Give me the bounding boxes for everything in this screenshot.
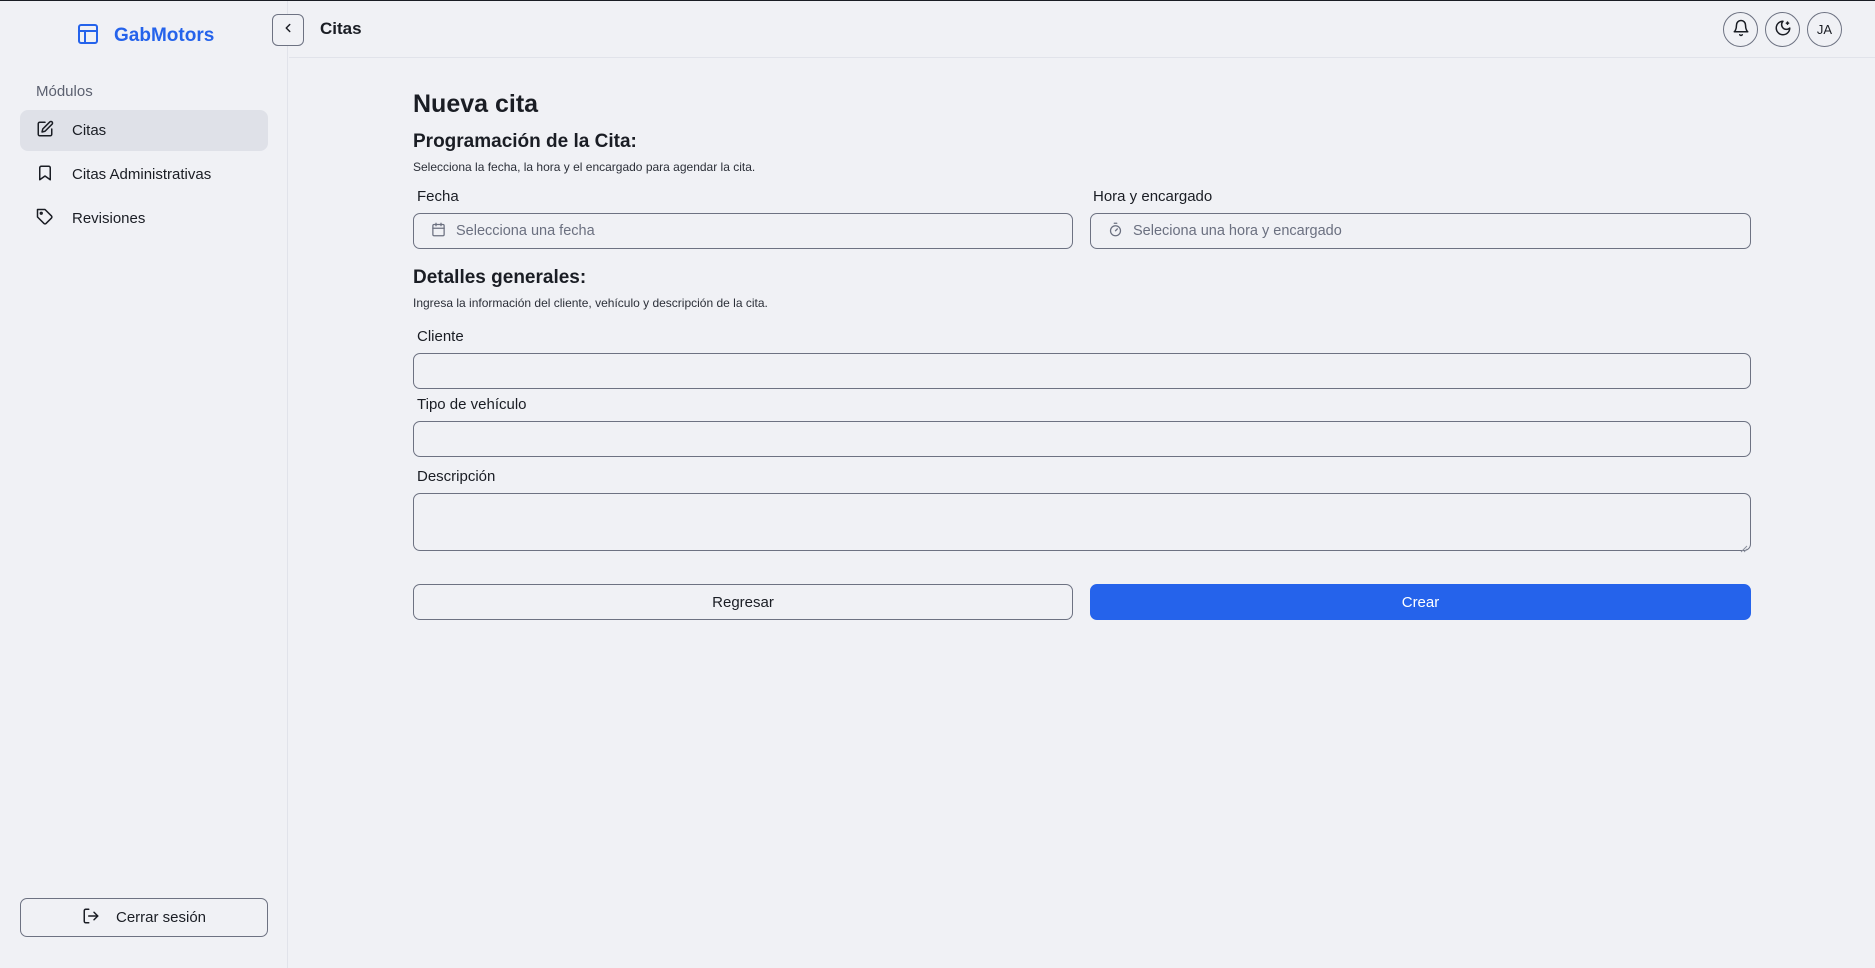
sidebar-item-citas[interactable]: Citas [20,110,268,151]
description-label: Descripción [417,468,496,485]
layout-icon [76,22,100,51]
top-header: Citas JA [272,1,1875,58]
sidebar-item-label: Revisiones [72,210,146,227]
client-input[interactable] [413,353,1751,389]
vehicle-type-input[interactable] [413,421,1751,457]
sidebar-item-label: Citas Administrativas [72,166,212,183]
date-label: Fecha [417,188,459,205]
logout-icon [82,907,100,929]
bell-icon [1732,19,1750,40]
theme-toggle-button[interactable] [1765,12,1800,47]
sidebar: GabMotors Módulos Citas Citas Administra… [0,1,288,968]
time-label: Hora y encargado [1093,188,1213,205]
time-and-staff-input[interactable]: Seleciona una hora y encargado [1090,213,1751,249]
sidebar-nav: Citas Citas Administrativas Revisiones [20,110,268,242]
scheduling-section-description: Selecciona la fecha, la hora y el encarg… [413,160,756,174]
sidebar-item-label: Citas [72,122,107,139]
notifications-button[interactable] [1723,12,1758,47]
resize-grip-icon[interactable] [1740,540,1748,553]
sidebar-item-citas-administrativas[interactable]: Citas Administrativas [20,154,268,195]
calendar-icon [431,222,446,241]
stopwatch-icon [1108,222,1123,241]
date-placeholder: Selecciona una fecha [456,223,595,239]
user-avatar[interactable]: JA [1807,12,1842,47]
page-title: Nueva cita [413,90,539,118]
scheduling-section-title: Programación de la Cita: [413,131,637,152]
time-placeholder: Seleciona una hora y encargado [1133,223,1342,239]
sidebar-item-revisiones[interactable]: Revisiones [20,198,268,239]
date-picker-input[interactable]: Selecciona una fecha [413,213,1073,249]
bookmark-icon [36,164,54,186]
logout-button[interactable]: Cerrar sesión [20,898,268,937]
moon-stars-icon [1774,19,1792,40]
sidebar-section-label: Módulos [36,83,93,100]
chevron-left-icon [281,21,295,40]
collapse-sidebar-button[interactable] [272,14,304,46]
edit-icon [36,120,54,142]
page-header-title: Citas [320,19,362,38]
details-section-description: Ingresa la información del cliente, vehí… [413,296,768,310]
create-button[interactable]: Crear [1090,584,1751,620]
logout-label: Cerrar sesión [115,909,207,926]
description-textarea[interactable] [413,493,1751,553]
brand[interactable]: GabMotors [76,23,214,49]
header-actions: JA [1723,12,1842,47]
client-label: Cliente [417,328,464,345]
vehicle-type-label: Tipo de vehículo [417,396,527,413]
details-section-title: Detalles generales: [413,267,587,288]
back-button[interactable]: Regresar [413,584,1073,620]
tag-icon [36,208,54,230]
brand-name: GabMotors [114,25,215,46]
